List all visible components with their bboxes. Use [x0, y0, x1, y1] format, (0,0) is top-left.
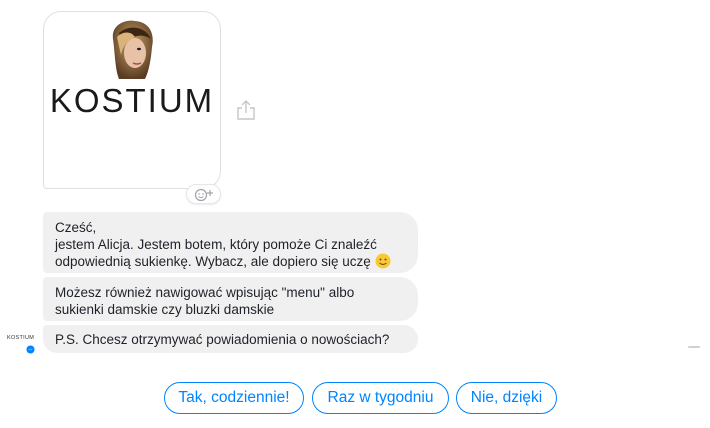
message-line: jestem Alicja. Jestem botem, który pomoż… — [55, 237, 377, 252]
messenger-icon — [26, 345, 35, 354]
quick-reply-no-button[interactable]: Nie, dzięki — [456, 382, 557, 414]
image-card[interactable]: KOSTIUM — [43, 11, 221, 189]
message-bubble: P.S. Chcesz otrzymywać powiadomienia o n… — [43, 325, 418, 353]
share-icon[interactable] — [236, 98, 256, 122]
card-logo-text: KOSTIUM — [49, 82, 215, 119]
quick-reply-daily-button[interactable]: Tak, codziennie! — [164, 382, 304, 414]
sender-avatar-logo[interactable]: KOSTIUM — [7, 335, 37, 341]
smiley-emoji-icon — [375, 253, 391, 269]
message-line: Możesz również nawigować wpisując "menu"… — [55, 285, 355, 300]
message-line: P.S. Chcesz otrzymywać powiadomienia o n… — [55, 332, 390, 347]
message-line: odpowiednią sukienkę. Wybacz, ale dopier… — [55, 254, 371, 269]
quick-reply-weekly-button[interactable]: Raz w tygodniu — [312, 382, 449, 414]
smiley-plus-icon — [194, 188, 213, 202]
read-receipt-icon — [688, 346, 700, 348]
message-line: Cześć, — [55, 220, 97, 235]
message-bubble: Możesz również nawigować wpisując "menu"… — [43, 277, 418, 321]
profile-photo — [112, 20, 153, 79]
message-line: sukienki damskie czy bluzki damskie — [55, 302, 275, 317]
add-reaction-button[interactable] — [186, 184, 221, 204]
quick-replies: Tak, codziennie! Raz w tygodniu Nie, dzi… — [0, 382, 710, 414]
message-bubble: Cześć, jestem Alicja. Jestem botem, któr… — [43, 212, 418, 273]
